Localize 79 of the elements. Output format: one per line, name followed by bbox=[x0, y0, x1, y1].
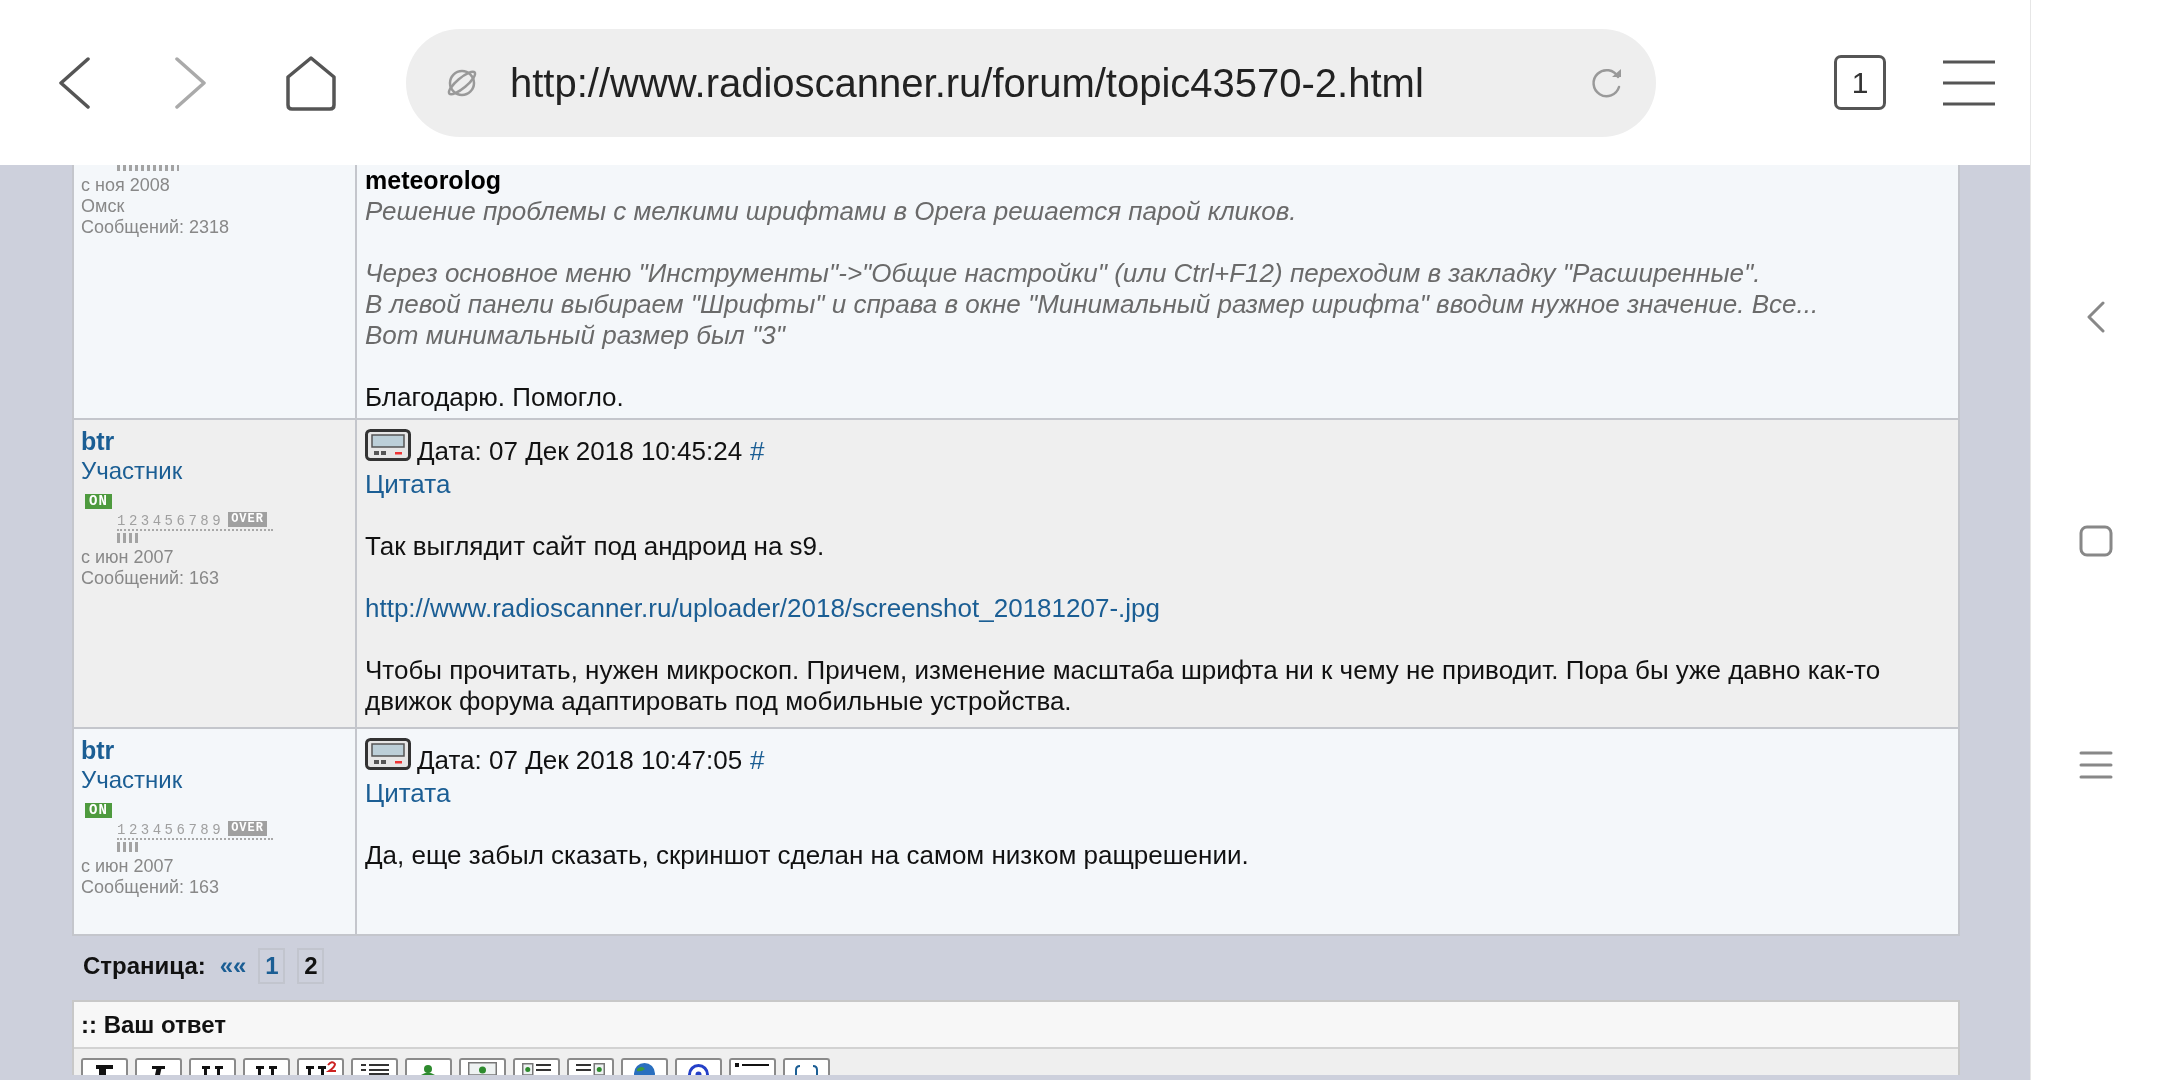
chevron-left-icon bbox=[58, 56, 90, 109]
quote-author: meteorolog bbox=[365, 165, 502, 196]
rank-over-label: OVER bbox=[228, 821, 267, 836]
editor-toolbar-button[interactable] bbox=[351, 1058, 398, 1075]
user-rank-title: Участник bbox=[81, 456, 183, 486]
reply-title: :: Ваш ответ bbox=[81, 1009, 227, 1040]
address-field[interactable]: http://www.radioscanner.ru/forum/topic43570-2.html bbox=[406, 28, 1656, 137]
nav-back-button[interactable] bbox=[2085, 301, 2106, 333]
member-since-text: с ноя 2008 bbox=[81, 175, 170, 196]
back-button[interactable] bbox=[58, 56, 90, 109]
attachment-link[interactable]: http://www.radioscanner.ru/uploader/2018/screenshot_20181207-.jpg bbox=[365, 593, 1160, 623]
page-button[interactable]: 2 bbox=[297, 948, 325, 984]
nav-home-button[interactable] bbox=[2078, 525, 2113, 557]
pager-icon bbox=[365, 429, 411, 461]
quote-text: Через основное меню "Инструменты"->"Общие настройки" (или Ctrl+F12) переходим в закладку "Расширенные". В левой панели выбираем "Шрифты" и справа в окне "Минимальный размер шрифта" вводим нужное значение. Все... Вот минимальный размер был "3" bbox=[365, 258, 1819, 351]
tab-count-button[interactable]: 1 bbox=[1834, 55, 1886, 110]
editor-toolbar-button[interactable] bbox=[243, 1058, 290, 1075]
user-rank-title: Участник bbox=[81, 765, 183, 795]
url-text: http://www.radioscanner.ru/forum/topic43570-2.html bbox=[510, 59, 1424, 107]
editor-toolbar-button[interactable] bbox=[135, 1058, 182, 1075]
post-text: Благодарю. Помогло. bbox=[365, 382, 625, 413]
post-text: Да, еще забыл сказать, скриншот сделан на самом низком ращрешении. bbox=[365, 840, 1250, 871]
rank-scale-digits: 123456789 bbox=[117, 824, 225, 836]
post-text: Чтобы прочитать, нужен микроскоп. Причем, изменение масштаба шрифта ни к чему не приводит. Пора бы уже давно как-то движок форума адаптировать под мобильные устройства. bbox=[365, 655, 1882, 717]
menu-button[interactable] bbox=[1942, 58, 1996, 107]
italic-icon bbox=[152, 1066, 165, 1075]
username-link[interactable]: btr bbox=[81, 735, 115, 765]
quote-link[interactable]: Цитата bbox=[365, 778, 451, 808]
editor-toolbar-button[interactable] bbox=[567, 1058, 614, 1075]
list-icon bbox=[361, 1064, 389, 1075]
menu-icon bbox=[1942, 58, 1996, 107]
message-count: Сообщений: 163 bbox=[81, 877, 220, 898]
pager-icon bbox=[365, 738, 411, 770]
message-count: Сообщений: 163 bbox=[81, 568, 220, 589]
editor-toolbar-button[interactable] bbox=[675, 1058, 722, 1075]
rank-over-label: OVER bbox=[228, 512, 267, 527]
person-icon bbox=[421, 1065, 435, 1075]
editor-toolbar-button[interactable] bbox=[783, 1058, 830, 1075]
braces-icon bbox=[795, 1065, 818, 1075]
superscript-icon bbox=[306, 1060, 337, 1075]
message-count: Сообщений: 2318 bbox=[81, 217, 230, 238]
rank-scale-digits: 123456789 bbox=[117, 515, 225, 527]
editor-toolbar-button[interactable] bbox=[189, 1058, 236, 1075]
online-badge: ON bbox=[85, 803, 112, 818]
editor-toolbar-button[interactable] bbox=[297, 1058, 344, 1075]
quote-link[interactable]: Цитата bbox=[365, 469, 451, 499]
bold-icon bbox=[96, 1065, 113, 1075]
editor-toolbar-button[interactable] bbox=[729, 1058, 776, 1075]
underline-icon bbox=[202, 1066, 223, 1075]
home-icon bbox=[285, 54, 337, 111]
first-page-link[interactable]: «« bbox=[219, 948, 247, 984]
square-icon bbox=[2078, 525, 2113, 557]
rank-bars-drawing bbox=[117, 165, 179, 171]
post-date: Дата: 07 Дек 2018 10:45:24 bbox=[417, 436, 743, 467]
post-anchor-link[interactable]: # bbox=[750, 436, 765, 467]
chevron-right-icon bbox=[175, 56, 207, 109]
image-align-icon bbox=[522, 1063, 551, 1075]
strikethrough-icon bbox=[256, 1066, 277, 1075]
post-date: Дата: 07 Дек 2018 10:47:05 bbox=[417, 745, 743, 776]
image-align-icon bbox=[576, 1063, 605, 1075]
horizontal-rule-icon bbox=[735, 1063, 769, 1067]
editor-toolbar-button[interactable] bbox=[81, 1058, 128, 1075]
user-location: Омск bbox=[81, 196, 125, 217]
member-since-text: с июн 2007 bbox=[81, 856, 174, 877]
image-icon bbox=[468, 1062, 497, 1075]
online-badge: ON bbox=[85, 494, 112, 509]
post-anchor-link[interactable]: # bbox=[750, 745, 765, 776]
menu-icon bbox=[2078, 751, 2113, 779]
chevron-left-icon bbox=[2085, 301, 2106, 333]
username-link[interactable]: btr bbox=[81, 426, 115, 456]
pagination-label: Страница: bbox=[83, 951, 206, 981]
quote-text: Решение проблемы с мелкими шрифтами в Opera решается парой кликов. bbox=[365, 196, 1297, 227]
globe-icon bbox=[634, 1063, 655, 1075]
page-button[interactable]: 1 bbox=[258, 948, 286, 984]
member-since-text: с июн 2007 bbox=[81, 547, 174, 568]
nav-recents-button[interactable] bbox=[2078, 751, 2113, 779]
post-text: Так выглядит сайт под андроид на s9. bbox=[365, 531, 826, 562]
editor-toolbar-button[interactable] bbox=[513, 1058, 560, 1075]
home-button[interactable] bbox=[285, 54, 337, 111]
